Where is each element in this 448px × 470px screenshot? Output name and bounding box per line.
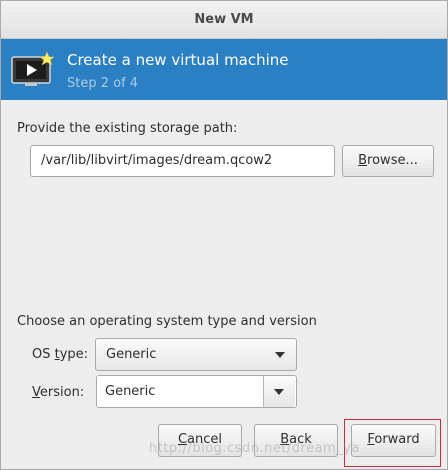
- os-type-value: Generic: [106, 347, 157, 362]
- version-label-rest: ersion:: [39, 385, 85, 400]
- version-label: Version:: [32, 385, 84, 400]
- version-dropdown-button[interactable]: [264, 376, 295, 407]
- window-title: New VM: [194, 12, 254, 27]
- virtual-machine-monitor-icon: [11, 51, 55, 86]
- browse-label: rowse...: [367, 153, 418, 168]
- os-section-label: Choose an operating system type and vers…: [17, 314, 317, 329]
- storage-path-label: Provide the existing storage path:: [17, 121, 238, 136]
- watermark: http://blog.csdn.net/dream_ya: [149, 441, 360, 456]
- wizard-header: Create a new virtual machine Step 2 of 4: [1, 39, 447, 100]
- os-type-label-prefix: OS: [32, 347, 55, 362]
- version-combo[interactable]: Generic: [96, 375, 297, 408]
- version-label-accel: V: [32, 385, 40, 400]
- chevron-down-icon: [275, 352, 285, 358]
- storage-path-value: /var/lib/libvirt/images/dream.qcow2: [41, 153, 273, 168]
- storage-path-input[interactable]: /var/lib/libvirt/images/dream.qcow2: [30, 145, 335, 177]
- wizard-step: Step 2 of 4: [67, 76, 139, 91]
- os-type-combo[interactable]: Generic: [95, 338, 297, 371]
- window-titlebar[interactable]: New VM: [1, 1, 447, 39]
- wizard-title: Create a new virtual machine: [67, 51, 289, 69]
- new-vm-window: New VM Create a new virtual machine Step…: [0, 0, 448, 470]
- version-value: Generic: [105, 384, 156, 399]
- os-type-label-rest: ype:: [59, 347, 89, 362]
- os-type-label: OS type:: [32, 347, 88, 362]
- browse-accel: B: [358, 153, 368, 168]
- chevron-down-icon: [274, 389, 284, 395]
- browse-button[interactable]: Browse...: [342, 145, 434, 177]
